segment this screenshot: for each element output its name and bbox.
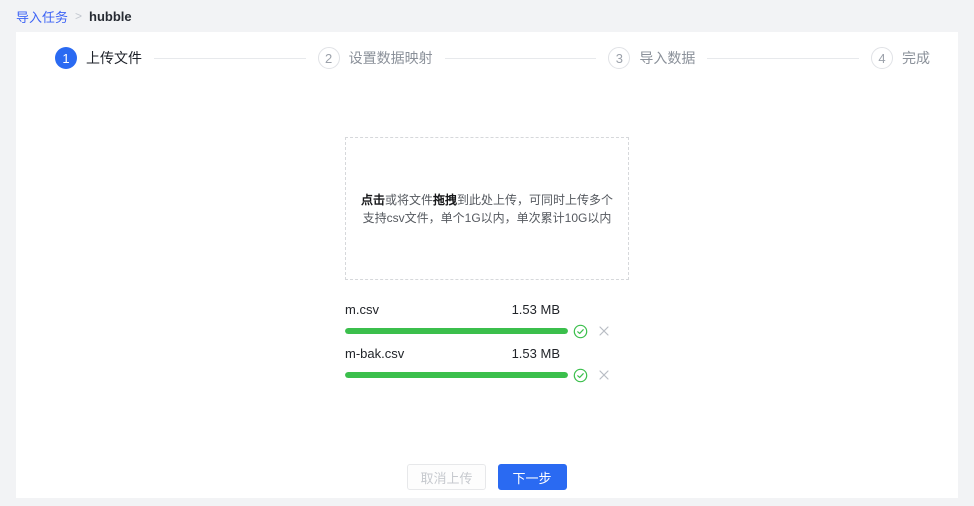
cancel-upload-button[interactable]: 取消上传	[407, 464, 485, 490]
dropzone-click-text: 点击	[361, 193, 385, 207]
step-3-circle: 3	[608, 47, 630, 69]
file-dropzone[interactable]: 点击或将文件拖拽到此处上传，可同时上传多个 支持csv文件，单个1G以内，单次累…	[345, 137, 629, 280]
step-connector	[154, 58, 306, 59]
upload-progress-bar	[345, 372, 568, 378]
step-data-mapping: 2 设置数据映射	[318, 47, 433, 69]
step-2-label: 设置数据映射	[349, 48, 433, 68]
breadcrumb: 导入任务 > hubble	[0, 0, 974, 32]
step-upload-file: 1 上传文件	[55, 47, 142, 69]
uploaded-file-list: m.csv 1.53 MB	[345, 302, 629, 382]
step-2-circle: 2	[318, 47, 340, 69]
step-1-circle: 1	[55, 47, 77, 69]
file-size: 1.53 MB	[512, 302, 568, 317]
footer-actions: 取消上传 下一步	[345, 464, 629, 490]
breadcrumb-link-import-tasks[interactable]: 导入任务	[16, 7, 68, 26]
step-finish: 4 完成	[871, 47, 930, 69]
upload-content-column: 点击或将文件拖拽到此处上传，可同时上传多个 支持csv文件，单个1G以内，单次累…	[345, 137, 629, 490]
check-circle-icon	[573, 324, 588, 339]
step-4-circle: 4	[871, 47, 893, 69]
file-size: 1.53 MB	[512, 346, 568, 361]
step-1-label: 上传文件	[86, 48, 142, 68]
step-4-label: 完成	[902, 48, 930, 68]
file-name: m.csv	[345, 302, 379, 317]
breadcrumb-current: hubble	[89, 9, 132, 24]
dropzone-hint-line2: 支持csv文件，单个1G以内，单次累计10G以内	[363, 209, 612, 227]
check-circle-icon	[573, 368, 588, 383]
file-name: m-bak.csv	[345, 346, 404, 361]
import-wizard-card: 1 上传文件 2 设置数据映射 3 导入数据 4 完成 点击或将文件拖拽到此处上…	[16, 32, 958, 498]
remove-file-icon[interactable]	[598, 325, 610, 337]
next-step-button[interactable]: 下一步	[498, 464, 567, 490]
remove-file-icon[interactable]	[598, 369, 610, 381]
dropzone-drag-text: 拖拽	[433, 193, 457, 207]
step-connector	[445, 58, 597, 59]
steps-bar: 1 上传文件 2 设置数据映射 3 导入数据 4 完成	[16, 32, 958, 69]
breadcrumb-separator: >	[75, 9, 82, 23]
dropzone-hint-line1: 点击或将文件拖拽到此处上传，可同时上传多个	[361, 191, 613, 209]
file-row: m-bak.csv 1.53 MB	[345, 346, 629, 382]
step-import-data: 3 导入数据	[608, 47, 695, 69]
step-connector	[707, 58, 859, 59]
file-row: m.csv 1.53 MB	[345, 302, 629, 338]
upload-progress-bar	[345, 328, 568, 334]
step-3-label: 导入数据	[639, 48, 695, 68]
